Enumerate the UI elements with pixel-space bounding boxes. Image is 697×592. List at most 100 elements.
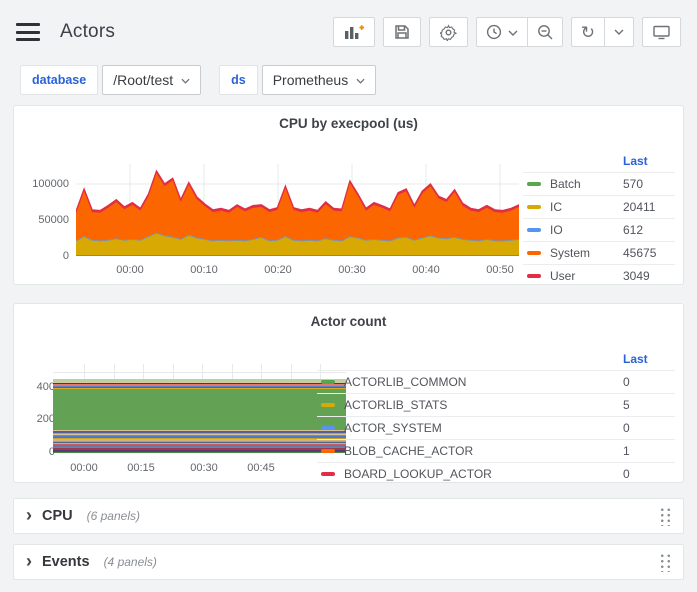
dashboard-variables: database /Root/test ds Prometheus — [0, 64, 697, 104]
series-last: 612 — [623, 223, 675, 237]
actor-legend: Last ACTORLIB_COMMON0 ACTORLIB_STATS5 AC… — [317, 348, 675, 485]
y-tick: 100000 — [14, 178, 69, 190]
variable-ds-current: Prometheus — [273, 72, 348, 88]
series-name[interactable]: IC — [550, 200, 623, 214]
x-tick: 00:30 — [190, 462, 218, 474]
refresh-controls: ↻ — [571, 17, 634, 47]
y-tick: 200 — [0, 413, 55, 425]
legend-row: ACTORLIB_STATS5 — [317, 393, 675, 416]
gear-icon — [440, 24, 457, 41]
row-panel-count: (4 panels) — [104, 555, 157, 569]
y-tick: 0 — [14, 250, 69, 262]
y-tick: 400 — [0, 381, 55, 393]
panel-cpu-by-execpool: CPU by execpool (us) 100000 50000 0 00:0… — [13, 105, 684, 285]
series-name[interactable]: ACTORLIB_STATS — [344, 398, 623, 412]
cpu-graph-plot[interactable]: 00:00 00:10 00:20 00:30 00:40 00:50 — [76, 164, 519, 256]
dashboard-row-cpu[interactable]: › CPU (6 panels) — [13, 498, 684, 534]
variable-ds-label[interactable]: ds — [219, 65, 258, 95]
variable-ds: ds Prometheus — [219, 65, 376, 95]
legend-row: IC20411 — [523, 195, 675, 218]
panel-title[interactable]: Actor count — [14, 314, 683, 329]
time-picker-button[interactable] — [477, 18, 527, 46]
series-last: 0 — [623, 467, 675, 481]
panel-title[interactable]: CPU by execpool (us) — [14, 116, 683, 131]
legend-row: ACTOR_SYSTEM0 — [317, 416, 675, 439]
legend-row: BOARD_LOOKUP_ACTOR0 — [317, 462, 675, 485]
series-last: 45675 — [623, 246, 675, 260]
refresh-interval-button[interactable] — [604, 18, 633, 46]
x-tick: 00:00 — [70, 462, 98, 474]
series-swatch — [527, 274, 541, 278]
series-last: 3049 — [623, 269, 675, 283]
x-tick: 00:50 — [486, 264, 514, 276]
toolbar: ↻ — [333, 17, 681, 47]
series-name[interactable]: BOARD_LOOKUP_ACTOR — [344, 467, 623, 481]
add-panel-button[interactable] — [333, 17, 375, 47]
chevron-down-icon — [356, 78, 365, 84]
series-last: 20411 — [623, 200, 675, 214]
legend-row: ACTORLIB_COMMON0 — [317, 370, 675, 393]
series-swatch — [321, 426, 335, 430]
variable-database-label[interactable]: database — [20, 65, 98, 95]
x-tick: 00:15 — [127, 462, 155, 474]
dashboard-title: Actors — [60, 21, 115, 43]
cycle-view-mode-button[interactable] — [642, 17, 681, 47]
chevron-down-icon — [614, 29, 624, 35]
variable-ds-value[interactable]: Prometheus — [262, 65, 376, 95]
refresh-button[interactable]: ↻ — [572, 18, 604, 46]
variable-database: database /Root/test — [20, 65, 201, 95]
legend-row: Batch570 — [523, 172, 675, 195]
series-name[interactable]: ACTORLIB_COMMON — [344, 375, 623, 389]
x-tick: 00:10 — [190, 264, 218, 276]
cpu-legend: Last Batch570 IC20411 IO612 System45675 … — [523, 150, 675, 287]
row-panel-count: (6 panels) — [87, 509, 140, 523]
y-tick: 0 — [0, 446, 55, 458]
chevron-down-icon — [181, 78, 190, 84]
legend-row: User3049 — [523, 264, 675, 287]
series-swatch — [321, 449, 335, 453]
zoom-out-icon — [537, 24, 553, 40]
save-dashboard-button[interactable] — [383, 17, 421, 47]
series-last: 0 — [623, 375, 675, 389]
x-tick: 00:30 — [338, 264, 366, 276]
stacked-area — [53, 379, 346, 453]
series-swatch — [527, 228, 541, 232]
series-swatch — [321, 472, 335, 476]
drag-handle-icon[interactable] — [658, 552, 671, 572]
dashboard-header: Actors — [0, 0, 697, 64]
menu-icon[interactable] — [16, 23, 40, 41]
panel-actor-count: Actor count 400 200 0 00:00 00:15 00:30 … — [13, 303, 684, 483]
series-swatch — [527, 251, 541, 255]
legend-row: System45675 — [523, 241, 675, 264]
variable-database-current: /Root/test — [113, 72, 173, 88]
series-last: 5 — [623, 398, 675, 412]
save-icon — [394, 24, 410, 40]
series-name[interactable]: User — [550, 269, 623, 283]
legend-header-last[interactable]: Last — [623, 154, 675, 168]
settings-button[interactable] — [429, 17, 468, 47]
series-name[interactable]: BLOB_CACHE_ACTOR — [344, 444, 623, 458]
drag-handle-icon[interactable] — [658, 506, 671, 526]
series-name[interactable]: Batch — [550, 177, 623, 191]
refresh-icon: ↻ — [581, 24, 595, 41]
dashboard-row-events[interactable]: › Events (4 panels) — [13, 544, 684, 580]
chevron-right-icon: › — [26, 506, 32, 524]
chevron-right-icon: › — [26, 552, 32, 570]
series-name[interactable]: IO — [550, 223, 623, 237]
x-tick: 00:45 — [247, 462, 275, 474]
actor-graph-plot[interactable]: 00:00 00:15 00:30 00:45 — [53, 364, 346, 453]
clock-icon — [486, 24, 502, 40]
legend-row: BLOB_CACHE_ACTOR1 — [317, 439, 675, 462]
legend-row: IO612 — [523, 218, 675, 241]
legend-header-last[interactable]: Last — [623, 352, 675, 366]
variable-database-value[interactable]: /Root/test — [102, 65, 201, 95]
series-name[interactable]: System — [550, 246, 623, 260]
series-name[interactable]: ACTOR_SYSTEM — [344, 421, 623, 435]
y-tick: 50000 — [14, 214, 69, 226]
grafana-dashboard: Actors — [0, 0, 697, 592]
zoom-out-button[interactable] — [527, 18, 562, 46]
time-controls — [476, 17, 563, 47]
series-swatch — [527, 182, 541, 186]
add-panel-icon — [344, 24, 364, 40]
x-tick: 00:20 — [264, 264, 292, 276]
